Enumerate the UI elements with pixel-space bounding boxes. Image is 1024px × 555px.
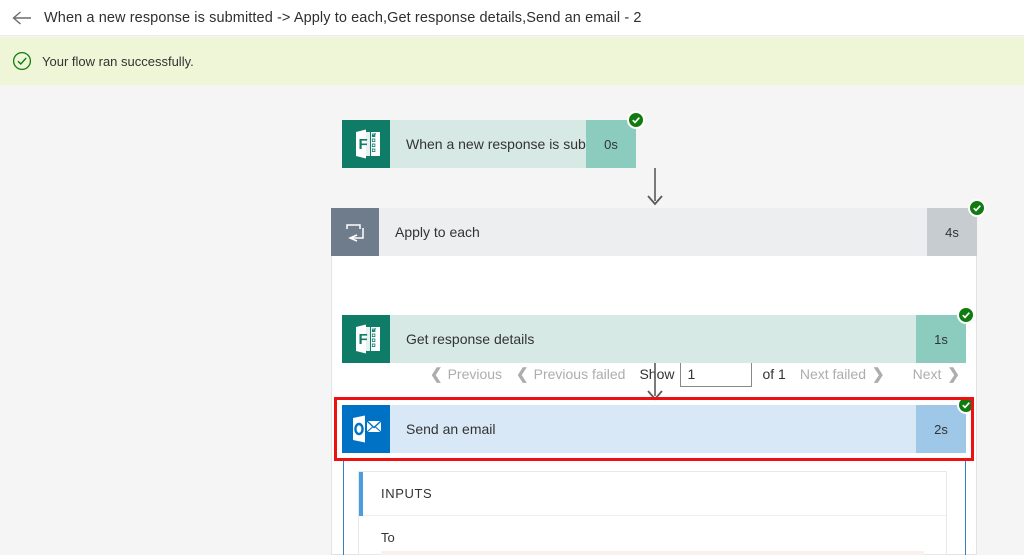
- svg-text:F: F: [359, 136, 368, 153]
- flow-step-title: Send an email: [390, 405, 916, 453]
- flow-step-title: Get response details: [390, 315, 916, 363]
- previous-label: Previous: [448, 366, 502, 382]
- selected-step-rail: [343, 461, 344, 555]
- back-button[interactable]: [0, 0, 44, 36]
- next-button[interactable]: Next ❯: [913, 365, 960, 383]
- duration-text: 4s: [945, 225, 959, 240]
- connector-arrow-1: [643, 168, 667, 208]
- status-success-icon: [957, 396, 975, 414]
- flow-step-duration: 4s: [927, 208, 977, 256]
- outlook-icon: [342, 405, 390, 453]
- microsoft-forms-icon: F: [342, 315, 390, 363]
- status-success-icon: [968, 199, 986, 217]
- previous-button[interactable]: ❮ Previous: [430, 365, 502, 383]
- status-banner: Your flow ran successfully.: [0, 37, 1024, 85]
- duration-text: 0s: [604, 137, 618, 152]
- flow-step-duration: 0s: [586, 120, 636, 168]
- selected-step-rail-right: [965, 461, 966, 555]
- page-count-label: of 1: [762, 366, 785, 382]
- section-accent-bar: [359, 472, 363, 516]
- flow-step-send-an-email[interactable]: Send an email 2s: [342, 405, 966, 453]
- success-check-circle-icon: [12, 51, 32, 71]
- back-arrow-icon: [12, 10, 32, 26]
- svg-text:F: F: [359, 331, 368, 348]
- flow-step-duration: 1s: [916, 315, 966, 363]
- status-success-icon: [957, 306, 975, 324]
- flow-run-page: When a new response is submitted -> Appl…: [0, 0, 1024, 555]
- status-success-icon: [627, 111, 645, 129]
- duration-text: 1s: [934, 332, 948, 347]
- flow-step-get-response-details[interactable]: F Get response details 1s: [342, 315, 966, 363]
- chevron-right-icon: ❯: [872, 365, 885, 383]
- flow-step-duration: 2s: [916, 405, 966, 453]
- inputs-detail-panel: INPUTS To: [358, 471, 947, 555]
- loop-repeat-icon: [331, 208, 379, 256]
- next-label: Next: [913, 366, 942, 382]
- field-value-to[interactable]: [381, 551, 924, 555]
- flow-step-apply-to-each[interactable]: Apply to each 4s: [331, 208, 977, 256]
- connector-arrow-2: [643, 363, 667, 403]
- flow-canvas: F When a new response is submitted 0s: [0, 85, 1024, 555]
- chevron-left-icon: ❮: [516, 365, 529, 383]
- inputs-title: INPUTS: [381, 486, 432, 501]
- microsoft-forms-icon: F: [342, 120, 390, 168]
- page-title: When a new response is submitted -> Appl…: [44, 10, 642, 26]
- duration-text: 2s: [934, 422, 948, 437]
- field-label-to: To: [359, 516, 946, 551]
- status-banner-text: Your flow ran successfully.: [42, 54, 194, 69]
- chevron-right-icon: ❯: [947, 365, 960, 383]
- next-failed-button[interactable]: Next failed ❯: [800, 365, 885, 383]
- inputs-section-header: INPUTS: [359, 472, 946, 516]
- chevron-left-icon: ❮: [430, 365, 443, 383]
- flow-step-title: Apply to each: [379, 208, 927, 256]
- loop-pagination: ❮ Previous ❮ Previous failed Show of 1 N…: [430, 359, 960, 389]
- previous-failed-button[interactable]: ❮ Previous failed: [516, 365, 625, 383]
- page-number-input[interactable]: [680, 361, 752, 387]
- flow-step-trigger[interactable]: F When a new response is submitted 0s: [342, 120, 636, 168]
- previous-failed-label: Previous failed: [534, 366, 626, 382]
- next-failed-label: Next failed: [800, 366, 866, 382]
- flow-step-title: When a new response is submitted: [390, 120, 586, 168]
- top-bar: When a new response is submitted -> Appl…: [0, 0, 1024, 36]
